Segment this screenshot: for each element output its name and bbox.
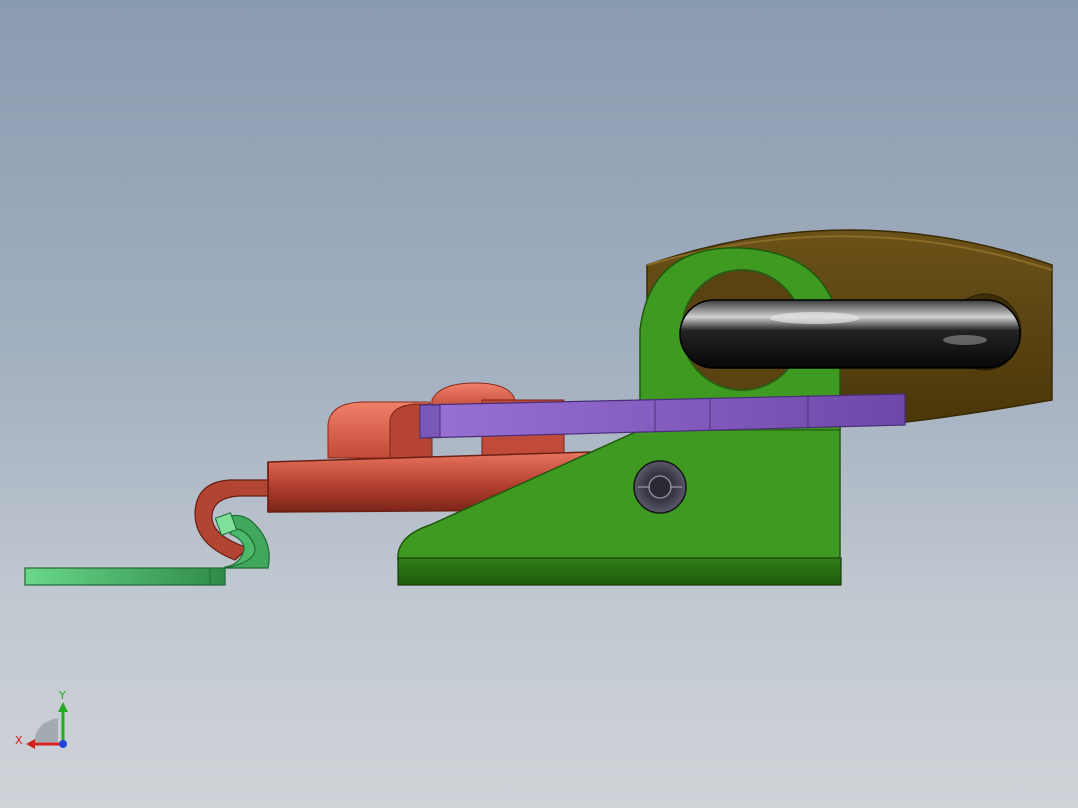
pivot-screw[interactable] bbox=[633, 460, 687, 514]
y-axis-label: Y bbox=[58, 689, 66, 702]
reference-triad: Y X bbox=[15, 689, 68, 749]
model-canvas[interactable]: Y X bbox=[0, 0, 1078, 808]
z-axis-icon bbox=[59, 740, 67, 748]
graphics-viewport[interactable]: Y X bbox=[0, 0, 1078, 808]
x-axis-label: X bbox=[15, 734, 23, 747]
grip-ring[interactable] bbox=[679, 299, 1021, 369]
